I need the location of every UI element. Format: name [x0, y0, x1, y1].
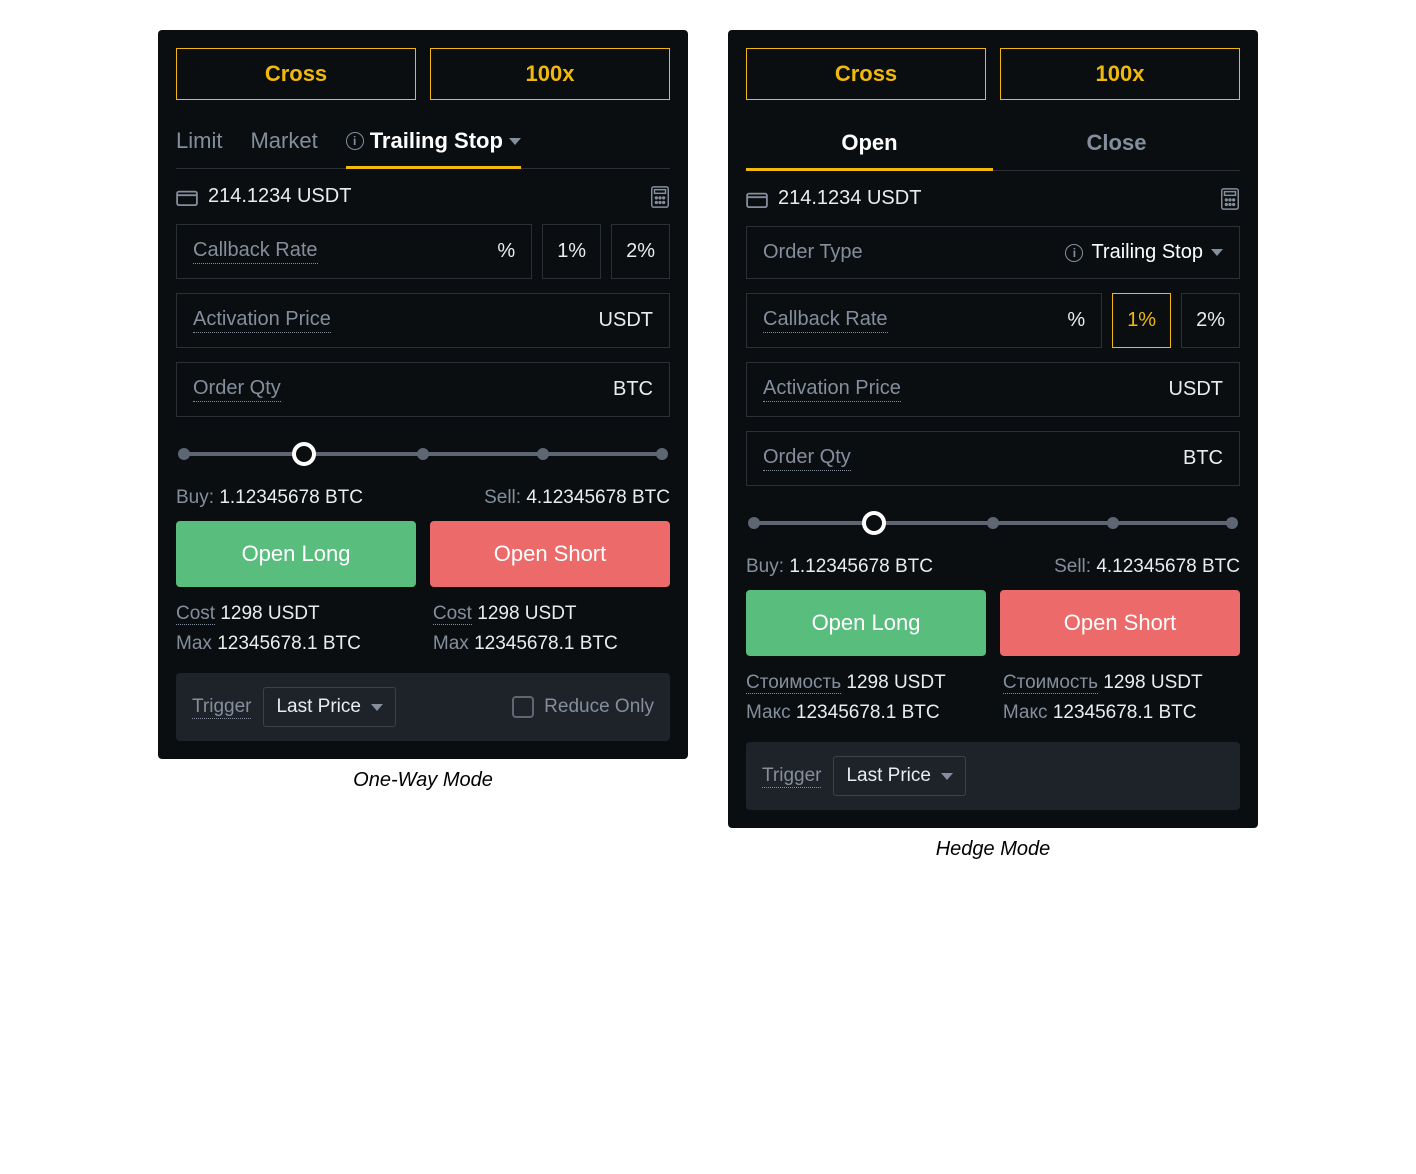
wallet-icon[interactable] [176, 188, 198, 206]
order-type-select[interactable]: Order Type i Trailing Stop [746, 226, 1240, 279]
sell-amount: Sell: 4.12345678 BTC [484, 487, 670, 509]
position-tabs: Open Close [746, 118, 1240, 171]
trigger-label: Trigger [762, 765, 821, 788]
qty-slider[interactable] [184, 443, 662, 465]
cost-short: Стоимость 1298 USDT [1003, 672, 1240, 694]
calculator-icon[interactable] [650, 186, 670, 208]
callback-1pct-button[interactable]: 1% [542, 224, 601, 279]
slider-tick [537, 448, 549, 460]
max-long: Max 12345678.1 BTC [176, 633, 413, 655]
slider-tick [1107, 517, 1119, 529]
order-type-label: Order Type [763, 241, 863, 264]
max-short: Макс 12345678.1 BTC [1003, 702, 1240, 724]
callback-rate-input[interactable]: Callback Rate % [176, 224, 532, 279]
chevron-down-icon [941, 773, 953, 780]
activation-price-unit: USDT [599, 309, 653, 332]
activation-price-input[interactable]: Activation Price USDT [176, 293, 670, 348]
hedge-mode-panel: Cross 100x Open Close 214.1234 USDT Orde… [728, 30, 1258, 861]
available-balance: 214.1234 USDT [778, 187, 921, 210]
reduce-only-checkbox[interactable] [512, 696, 534, 718]
panel-caption-right: Hedge Mode [936, 838, 1051, 861]
sell-amount: Sell: 4.12345678 BTC [1054, 556, 1240, 578]
tab-trailing-stop[interactable]: i Trailing Stop [346, 118, 521, 168]
callback-2pct-button[interactable]: 2% [611, 224, 670, 279]
info-icon[interactable]: i [346, 132, 364, 150]
open-short-button[interactable]: Open Short [430, 521, 670, 587]
calculator-icon[interactable] [1220, 188, 1240, 210]
order-qty-unit: BTC [1183, 447, 1223, 470]
qty-slider[interactable] [754, 512, 1232, 534]
order-qty-label: Order Qty [763, 446, 851, 471]
leverage-button[interactable]: 100x [1000, 48, 1240, 100]
cost-long: Cost 1298 USDT [176, 603, 413, 625]
one-way-mode-panel: Cross 100x Limit Market i Trailing Stop … [158, 30, 688, 792]
slider-tick [748, 517, 760, 529]
callback-rate-unit: % [497, 240, 515, 263]
trigger-dropdown[interactable]: Last Price [263, 687, 395, 727]
activation-price-label: Activation Price [763, 377, 901, 402]
callback-rate-input[interactable]: Callback Rate % [746, 293, 1102, 348]
margin-mode-button[interactable]: Cross [746, 48, 986, 100]
open-long-button[interactable]: Open Long [746, 590, 986, 656]
slider-tick [1226, 517, 1238, 529]
activation-price-unit: USDT [1169, 378, 1223, 401]
order-qty-input[interactable]: Order Qty BTC [176, 362, 670, 417]
slider-thumb[interactable] [292, 442, 316, 466]
order-panel-left: Cross 100x Limit Market i Trailing Stop … [158, 30, 688, 759]
cost-short: Cost 1298 USDT [433, 603, 670, 625]
slider-tick [417, 448, 429, 460]
callback-2pct-button[interactable]: 2% [1181, 293, 1240, 348]
buy-amount: Buy: 1.12345678 BTC [746, 556, 933, 578]
order-qty-unit: BTC [613, 378, 653, 401]
tab-label: Trailing Stop [370, 128, 503, 154]
panel-caption-left: One-Way Mode [353, 769, 493, 792]
leverage-button[interactable]: 100x [430, 48, 670, 100]
chevron-down-icon [1211, 249, 1223, 256]
tab-market[interactable]: Market [250, 118, 317, 168]
trigger-value: Last Price [276, 696, 360, 718]
trigger-value: Last Price [846, 765, 930, 787]
open-short-button[interactable]: Open Short [1000, 590, 1240, 656]
tab-close[interactable]: Close [993, 118, 1240, 170]
slider-tick [987, 517, 999, 529]
order-type-tabs: Limit Market i Trailing Stop [176, 118, 670, 169]
callback-rate-label: Callback Rate [763, 308, 888, 333]
info-icon[interactable]: i [1065, 244, 1083, 262]
buy-amount: Buy: 1.12345678 BTC [176, 487, 363, 509]
order-qty-input[interactable]: Order Qty BTC [746, 431, 1240, 486]
slider-tick [178, 448, 190, 460]
order-qty-label: Order Qty [193, 377, 281, 402]
chevron-down-icon [371, 704, 383, 711]
callback-rate-label: Callback Rate [193, 239, 318, 264]
order-panel-right: Cross 100x Open Close 214.1234 USDT Orde… [728, 30, 1258, 828]
callback-1pct-button[interactable]: 1% [1112, 293, 1171, 348]
activation-price-input[interactable]: Activation Price USDT [746, 362, 1240, 417]
margin-mode-button[interactable]: Cross [176, 48, 416, 100]
max-long: Макс 12345678.1 BTC [746, 702, 983, 724]
trigger-dropdown[interactable]: Last Price [833, 756, 965, 796]
tab-limit[interactable]: Limit [176, 118, 222, 168]
reduce-only-label: Reduce Only [544, 696, 654, 718]
order-type-value: Trailing Stop [1091, 241, 1203, 264]
slider-tick [656, 448, 668, 460]
trigger-label: Trigger [192, 696, 251, 719]
tab-open[interactable]: Open [746, 118, 993, 170]
max-short: Max 12345678.1 BTC [433, 633, 670, 655]
activation-price-label: Activation Price [193, 308, 331, 333]
slider-thumb[interactable] [862, 511, 886, 535]
callback-rate-unit: % [1067, 309, 1085, 332]
available-balance: 214.1234 USDT [208, 185, 351, 208]
chevron-down-icon[interactable] [509, 138, 521, 145]
open-long-button[interactable]: Open Long [176, 521, 416, 587]
cost-long: Стоимость 1298 USDT [746, 672, 983, 694]
wallet-icon[interactable] [746, 190, 768, 208]
